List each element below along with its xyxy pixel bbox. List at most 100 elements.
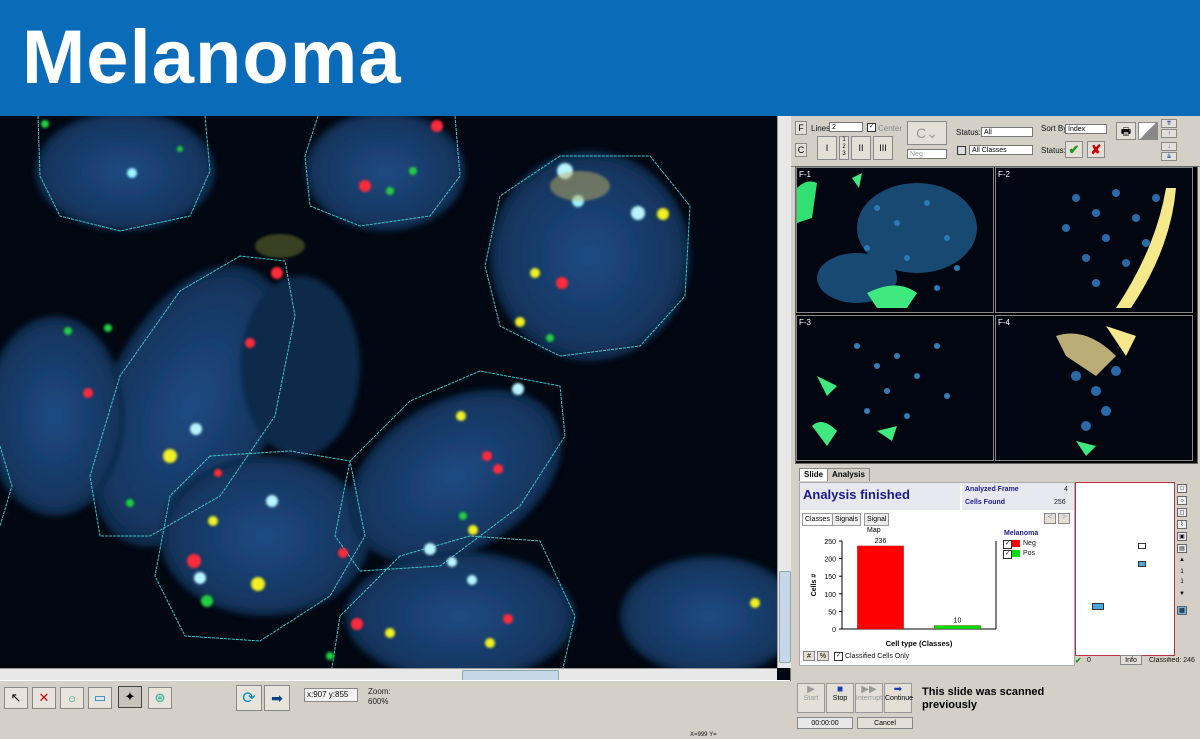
reject-x-icon[interactable]: ✘ [1087, 141, 1105, 158]
map-frame-marker [1138, 543, 1146, 549]
zoom-value: 600% [368, 697, 389, 706]
down-triangle-icon[interactable]: ▼ [1177, 590, 1187, 599]
stop-label: Stop [832, 695, 848, 702]
continue-button[interactable]: ➡ Continue [884, 683, 914, 713]
monitor-icon[interactable]: ▤ [1177, 544, 1187, 553]
pointer-tool-icon[interactable]: ↖ [4, 687, 28, 709]
scan-control-panel: ▶ Start ■ Stop ▶▶ Interrupt ➡ Continue This … [791, 681, 1200, 738]
color-toggle-icon[interactable] [1138, 122, 1158, 140]
y-tick-label: 0 [832, 627, 836, 634]
frame-thumb-3[interactable]: F-3 [796, 315, 994, 461]
subtab-signal-map[interactable]: Signal Map [864, 513, 890, 534]
frame-1-image [797, 168, 993, 312]
viewer-vertical-scrollbar[interactable] [777, 116, 791, 668]
status-select[interactable]: All [981, 127, 1033, 137]
roman-1-button[interactable]: I [817, 136, 837, 160]
analysis-stats: Analyzed Frame 4 Cells Found 256 [962, 483, 1074, 510]
magic-wand-tool-icon[interactable]: ✦ [118, 686, 142, 708]
tab-analysis[interactable]: Analysis [827, 468, 870, 481]
up-arrow-icon[interactable]: ↑ [1161, 129, 1177, 138]
first-up-icon[interactable]: ⇈ [1161, 119, 1177, 128]
circle-tool-icon[interactable]: ○ [1177, 496, 1187, 505]
status-label: Status: [956, 128, 981, 137]
square-tool-icon[interactable]: □ [1177, 484, 1187, 493]
circle-tool-icon[interactable]: ○ [60, 687, 84, 709]
bar-pos [934, 625, 981, 630]
shape-tool-icon[interactable]: ◻ [1177, 508, 1187, 517]
info-button[interactable]: Info [1120, 655, 1142, 665]
lines-select[interactable]: 2 [829, 122, 863, 132]
level-one-icon: 1 [1180, 579, 1184, 585]
neg-select[interactable]: Neg [907, 149, 947, 159]
legend-neg-checkbox[interactable]: ✓ [1003, 540, 1012, 549]
accept-check-icon[interactable]: ✔ [1065, 141, 1083, 158]
legend-pos-checkbox[interactable]: ✓ [1003, 550, 1012, 559]
roman-3-button[interactable]: III [873, 136, 893, 160]
slide-map[interactable] [1075, 482, 1175, 656]
c-dropdown-icon[interactable]: C⌄ [907, 121, 947, 145]
classes-select[interactable]: All Classes [969, 145, 1033, 155]
rectangle-tool-icon[interactable]: ▭ [88, 687, 112, 709]
banner-title: Melanoma [22, 15, 402, 100]
f-button[interactable]: F [795, 121, 807, 135]
viewer-toolbar: ↖ ✕ ○ ▭ ✦ ⊛ ⟳ ➡ x:907 y:855 Zoom: 600% [0, 680, 790, 739]
delete-tool-icon[interactable]: ✕ [32, 687, 56, 709]
subtab-signals[interactable]: Signals [832, 513, 861, 526]
continue-label: Continue [885, 695, 914, 702]
prev-page-icon[interactable]: < [1044, 513, 1056, 524]
refresh-icon[interactable]: ⟳ [236, 685, 262, 711]
up-triangle-icon[interactable]: ▲ [1177, 556, 1187, 565]
legend-pos-label: Pos [1023, 550, 1036, 557]
frame-3-image [797, 316, 993, 460]
center-label: Center [878, 124, 903, 133]
legend-neg-swatch [1012, 540, 1020, 547]
subtab-classes[interactable]: Classes [802, 513, 833, 526]
down-arrow-icon[interactable]: ↓ [1161, 142, 1177, 151]
roman-2-button[interactable]: II [851, 136, 871, 160]
interrupt-label: Interrupt [856, 695, 883, 702]
legend-pos-swatch [1012, 550, 1020, 557]
bar-value-label: 236 [875, 538, 887, 545]
next-page-icon[interactable]: > [1058, 513, 1070, 524]
stop-button[interactable]: ■ Stop [826, 683, 854, 713]
level-stack-button[interactable]: 123 [839, 136, 849, 160]
frame-thumb-1[interactable]: F-1 [796, 167, 994, 313]
count-mode-button[interactable]: # [803, 651, 815, 661]
export-arrow-icon[interactable]: ➡ [264, 685, 290, 711]
bar-value-label: 10 [954, 617, 962, 624]
lasso-tool-icon[interactable]: ⌇ [1177, 520, 1187, 529]
cancel-button[interactable]: Cancel [857, 717, 913, 729]
continue-arrow-icon: ➡ [893, 684, 903, 695]
center-checkbox[interactable]: ✓ [867, 123, 876, 132]
frame-label: F-2 [998, 170, 1010, 179]
percent-mode-button[interactable]: % [817, 651, 829, 661]
c-button[interactable]: C [795, 143, 807, 157]
analysis-status-title: Analysis finished [803, 487, 910, 502]
frame-thumb-2[interactable]: F-2 [995, 167, 1193, 313]
start-button[interactable]: ▶ Start [797, 683, 825, 713]
last-down-icon[interactable]: ⇊ [1161, 152, 1177, 161]
bar-neg [857, 545, 904, 630]
map-toolbar: □ ○ ◻ ⌇ ▣ ▤ ▲ 1 1 ▼ ▦ [1176, 482, 1189, 654]
classified-only-label: Classified Cells Only [845, 653, 910, 660]
vertical-scroll-thumb[interactable] [779, 571, 791, 663]
classes-checkbox[interactable] [957, 146, 966, 155]
interrupt-button[interactable]: ▶▶ Interrupt [855, 683, 883, 713]
frame-2-image [996, 168, 1192, 312]
scan-status-message: This slide was scanned previously [922, 686, 1045, 711]
microscope-viewer[interactable] [0, 116, 791, 681]
classified-only-checkbox[interactable]: ✓ [834, 652, 843, 661]
sort-by-select[interactable]: Index [1065, 124, 1107, 134]
cell-select-tool-icon[interactable]: ⊛ [148, 687, 172, 709]
printer-icon[interactable]: 🖶 [1116, 122, 1136, 140]
frame-thumb-4[interactable]: F-4 [995, 315, 1193, 461]
y-tick-label: 150 [824, 574, 836, 581]
tab-slide[interactable]: Slide [799, 468, 829, 481]
view-tool-icon[interactable]: ▣ [1177, 532, 1187, 541]
start-label: Start [803, 695, 819, 702]
y-axis-title: Cells # [811, 574, 818, 597]
image-view-icon[interactable]: ▦ [1177, 606, 1187, 615]
classified-count: Classified: 246 [1149, 657, 1195, 664]
cell-type-bar-chart: 0 50 100 150 200 250 236 10 Cell type (Classes) C… [811, 538, 997, 648]
legend-neg-label: Neg [1023, 540, 1036, 547]
